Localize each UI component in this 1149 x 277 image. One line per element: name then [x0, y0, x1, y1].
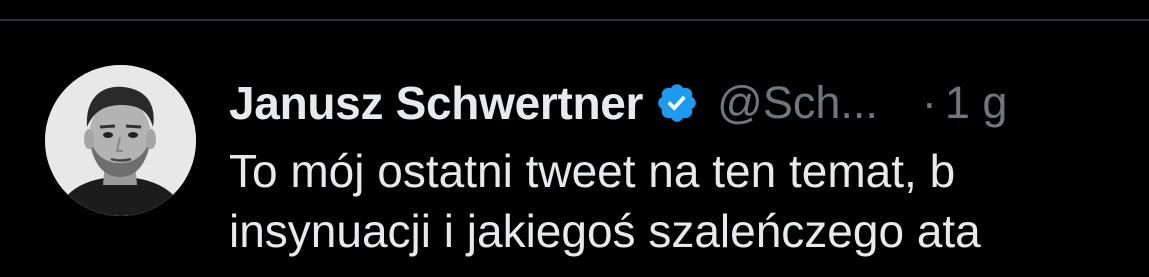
tweet-timestamp[interactable]: 1 g — [945, 77, 1008, 129]
avatar[interactable] — [45, 65, 196, 216]
display-name[interactable]: Janusz Schwertner — [229, 76, 643, 130]
tweet-text-line: insynuacji i jakiegoś szaleńczego ata — [229, 205, 981, 257]
tweet-text: To mój ostatni tweet na ten temat, b ins… — [229, 141, 981, 261]
tweet[interactable]: Janusz Schwertner @Sch... · 1 g To mój o… — [0, 21, 1149, 277]
tweet-text-line: To mój ostatni tweet na ten temat, b — [229, 145, 956, 197]
tweet-header: Janusz Schwertner @Sch... · 1 g — [229, 75, 1007, 131]
user-handle[interactable]: @Sch... — [717, 77, 878, 129]
header-separator: · — [921, 77, 937, 128]
verified-badge-icon[interactable] — [655, 81, 699, 125]
avatar-photo — [45, 65, 196, 216]
